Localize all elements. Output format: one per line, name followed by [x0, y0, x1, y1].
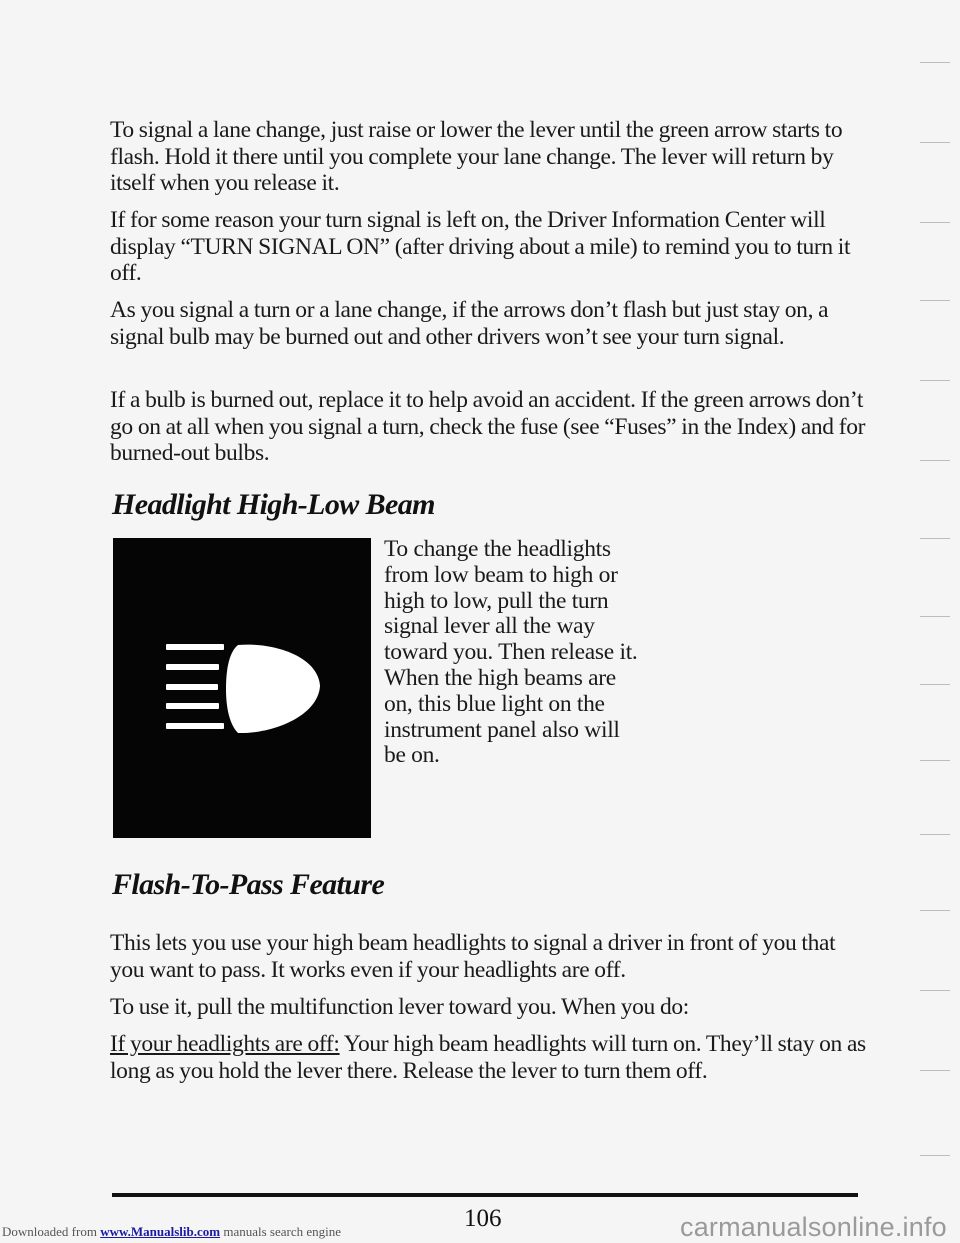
headlamp-dome-icon — [226, 644, 320, 734]
margin-mark — [920, 300, 950, 301]
paragraph-flash-to-pass-intro: This lets you use your high beam headlig… — [110, 930, 836, 983]
margin-mark — [920, 460, 950, 461]
heading-flash-to-pass: Flash-To-Pass Feature — [112, 868, 385, 901]
margin-mark — [920, 222, 950, 223]
margin-mark — [920, 834, 950, 835]
paragraph-high-low-beam: To change the headlights from low beam t… — [384, 536, 638, 769]
download-prefix: Downloaded from — [2, 1224, 101, 1239]
paragraph-bulb-burned-out: As you signal a turn or a lane change, i… — [110, 297, 829, 350]
beam-line-icon — [166, 664, 219, 670]
manual-page: To signal a lane change, just raise or l… — [0, 0, 960, 1242]
margin-mark — [920, 1155, 950, 1156]
margin-mark — [920, 380, 950, 381]
high-beam-symbol — [166, 644, 320, 734]
beam-line-icon — [166, 703, 219, 709]
beam-line-icon — [166, 644, 224, 650]
download-suffix: manuals search engine — [220, 1224, 342, 1239]
beam-line-icon — [166, 723, 224, 729]
manualslib-link[interactable]: www.Manualslib.com — [100, 1224, 220, 1239]
high-beam-indicator-icon — [113, 538, 371, 838]
paragraph-lane-change: To signal a lane change, just raise or l… — [110, 117, 843, 196]
paragraph-replace-bulb: If a bulb is burned out, replace it to h… — [110, 387, 866, 466]
margin-mark — [920, 910, 950, 911]
paragraph-headlights-off: If your headlights are off: Your high be… — [110, 1031, 870, 1084]
scan-margin-marks — [900, 60, 960, 1160]
condition-label: If your headlights are off: — [110, 1031, 340, 1057]
margin-mark — [920, 760, 950, 761]
paragraph-turn-signal-on: If for some reason your turn signal is l… — [110, 207, 851, 286]
watermark: carmanualsonline.info — [680, 1212, 947, 1242]
beam-line-icon — [166, 684, 218, 690]
paragraph-how-to-use: To use it, pull the multifunction lever … — [110, 994, 689, 1020]
footer-rule — [112, 1193, 858, 1197]
margin-mark — [920, 62, 950, 63]
margin-mark — [920, 142, 950, 143]
page-number: 106 — [464, 1205, 502, 1232]
margin-mark — [920, 538, 950, 539]
download-notice: Downloaded from www.Manualslib.com manua… — [2, 1224, 341, 1240]
heading-headlight-high-low-beam: Headlight High-Low Beam — [112, 488, 435, 521]
margin-mark — [920, 616, 950, 617]
margin-mark — [920, 684, 950, 685]
margin-mark — [920, 990, 950, 991]
margin-mark — [920, 1070, 950, 1071]
